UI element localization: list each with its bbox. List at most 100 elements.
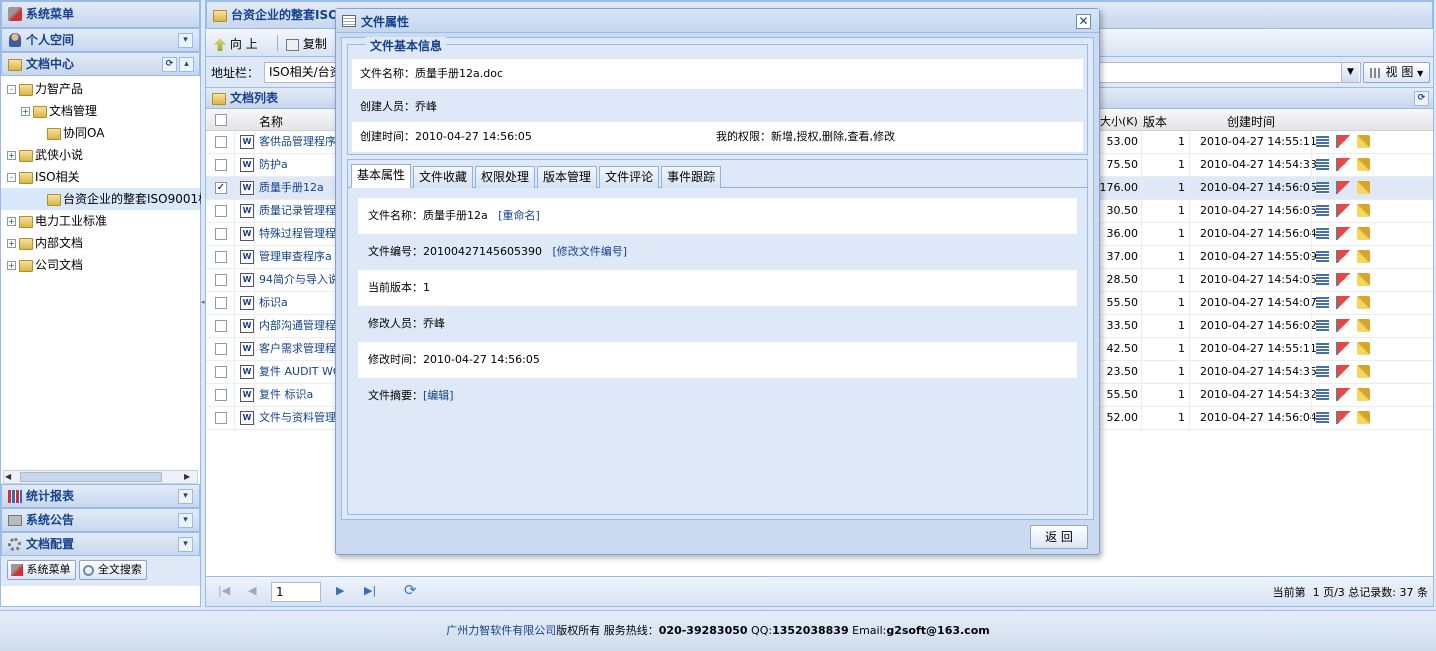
- row-checkbox[interactable]: [215, 366, 227, 378]
- refresh-icon[interactable]: ⟳: [404, 581, 417, 599]
- row-edit-icon[interactable]: [1357, 181, 1370, 194]
- tree-item[interactable]: - 力智产品: [1, 78, 200, 100]
- chevron-up-icon[interactable]: ▴: [179, 57, 194, 72]
- col-size-header[interactable]: 大小(K): [1100, 113, 1138, 129]
- row-flag-icon[interactable]: [1336, 342, 1350, 355]
- row-flag-icon[interactable]: [1336, 273, 1350, 286]
- row-flag-icon[interactable]: [1336, 181, 1350, 194]
- edit-summary-link[interactable]: [编辑]: [423, 389, 454, 402]
- row-checkbox[interactable]: [215, 343, 227, 355]
- tab-5[interactable]: 事件跟踪: [661, 166, 722, 188]
- tree-item[interactable]: - ISO相关: [1, 166, 200, 188]
- collapse-icon[interactable]: -: [7, 173, 16, 182]
- row-name[interactable]: 质量记录管理程: [259, 200, 336, 222]
- row-flag-icon[interactable]: [1336, 319, 1350, 332]
- row-flag-icon[interactable]: [1336, 204, 1350, 217]
- row-edit-icon[interactable]: [1357, 158, 1370, 171]
- row-name[interactable]: 质量手册12a: [259, 177, 324, 199]
- last-page-icon[interactable]: ▶|: [364, 584, 376, 597]
- chevron-down-icon[interactable]: ▾: [178, 513, 193, 528]
- expand-icon[interactable]: +: [7, 217, 16, 226]
- expand-icon[interactable]: +: [7, 151, 16, 160]
- tab-3[interactable]: 版本管理: [537, 166, 598, 188]
- scroll-thumb[interactable]: [20, 472, 162, 482]
- row-flag-icon[interactable]: [1336, 388, 1350, 401]
- tab-fulltext-search[interactable]: 全文搜索: [79, 560, 147, 580]
- row-details-icon[interactable]: [1316, 274, 1329, 286]
- row-edit-icon[interactable]: [1357, 227, 1370, 240]
- row-details-icon[interactable]: [1316, 389, 1329, 401]
- collapse-handle-icon[interactable]: ◂: [201, 298, 205, 306]
- row-flag-icon[interactable]: [1336, 411, 1350, 424]
- tree-item[interactable]: + 文档管理: [1, 100, 200, 122]
- row-details-icon[interactable]: [1316, 297, 1329, 309]
- chevron-down-icon[interactable]: ▾: [178, 537, 193, 552]
- view-button[interactable]: 视 图 ▼: [1363, 62, 1430, 83]
- address-dropdown-icon[interactable]: ▼: [1341, 63, 1359, 82]
- tab-1[interactable]: 文件收藏: [413, 166, 474, 188]
- row-name[interactable]: 94简介与导入说: [259, 269, 339, 291]
- refresh-icon[interactable]: ⟳: [162, 57, 177, 72]
- row-edit-icon[interactable]: [1357, 296, 1370, 309]
- tree-item[interactable]: 台资企业的整套ISO9001标准: [1, 188, 222, 210]
- chevron-down-icon[interactable]: ▾: [178, 489, 193, 504]
- page-input[interactable]: 1: [271, 582, 321, 602]
- row-flag-icon[interactable]: [1336, 135, 1350, 148]
- row-edit-icon[interactable]: [1357, 135, 1370, 148]
- row-flag-icon[interactable]: [1336, 158, 1350, 171]
- tab-0[interactable]: 基本属性: [351, 164, 412, 188]
- col-name-header[interactable]: 名称: [259, 113, 283, 130]
- row-details-icon[interactable]: [1316, 136, 1329, 148]
- row-details-icon[interactable]: [1316, 182, 1329, 194]
- row-details-icon[interactable]: [1316, 412, 1329, 424]
- row-checkbox[interactable]: [215, 159, 227, 171]
- row-checkbox[interactable]: [215, 136, 227, 148]
- row-flag-icon[interactable]: [1336, 227, 1350, 240]
- row-flag-icon[interactable]: [1336, 250, 1350, 263]
- prev-page-icon[interactable]: ◀: [248, 584, 256, 597]
- next-page-icon[interactable]: ▶: [336, 584, 344, 597]
- tree-hscrollbar[interactable]: ◀ ▶: [3, 470, 198, 484]
- row-details-icon[interactable]: [1316, 366, 1329, 378]
- tree-item[interactable]: + 武侠小说: [1, 144, 200, 166]
- row-edit-icon[interactable]: [1357, 365, 1370, 378]
- row-name[interactable]: 防护a: [259, 154, 288, 176]
- row-checkbox[interactable]: [215, 205, 227, 217]
- row-edit-icon[interactable]: [1357, 388, 1370, 401]
- row-name[interactable]: 复件 标识a: [259, 384, 313, 406]
- row-checkbox[interactable]: [215, 412, 227, 424]
- row-flag-icon[interactable]: [1336, 296, 1350, 309]
- expand-icon[interactable]: +: [7, 261, 16, 270]
- tree-item[interactable]: + 内部文档: [1, 232, 200, 254]
- scroll-left-icon[interactable]: ◀: [5, 471, 17, 483]
- row-checkbox[interactable]: [215, 251, 227, 263]
- row-name[interactable]: 管理审查程序a: [259, 246, 332, 268]
- close-icon[interactable]: ✕: [1076, 14, 1091, 29]
- scroll-right-icon[interactable]: ▶: [184, 471, 196, 483]
- row-checkbox[interactable]: ✓: [215, 182, 227, 194]
- refresh-icon[interactable]: ⟳: [1414, 91, 1429, 106]
- row-details-icon[interactable]: [1316, 251, 1329, 263]
- tree-item[interactable]: + 电力工业标准: [1, 210, 200, 232]
- row-name[interactable]: 客供品管理程序: [259, 131, 336, 153]
- doc-center-header[interactable]: 文档中心 ⟳ ▴: [1, 52, 200, 76]
- collapse-icon[interactable]: -: [7, 85, 16, 94]
- notice-header[interactable]: 系统公告 ▾: [1, 508, 200, 532]
- select-all-checkbox[interactable]: [215, 114, 227, 126]
- expand-icon[interactable]: +: [21, 107, 30, 116]
- copy-button[interactable]: 复制: [286, 35, 327, 52]
- row-flag-icon[interactable]: [1336, 365, 1350, 378]
- row-name[interactable]: 标识a: [259, 292, 288, 314]
- edit-number-link[interactable]: [修改文件编号]: [552, 245, 627, 258]
- expand-icon[interactable]: +: [7, 239, 16, 248]
- row-details-icon[interactable]: [1316, 343, 1329, 355]
- col-version-header[interactable]: 版本: [1143, 113, 1167, 130]
- row-edit-icon[interactable]: [1357, 273, 1370, 286]
- tree-item[interactable]: 协同OA: [1, 122, 200, 144]
- tab-system-menu[interactable]: 系统菜单: [7, 560, 76, 580]
- row-name[interactable]: 特殊过程管理程: [259, 223, 336, 245]
- col-created-header[interactable]: 创建时间: [1227, 113, 1275, 130]
- personal-space-header[interactable]: 个人空间 ▾: [1, 28, 200, 52]
- chevron-down-icon[interactable]: ▾: [178, 33, 193, 48]
- row-edit-icon[interactable]: [1357, 319, 1370, 332]
